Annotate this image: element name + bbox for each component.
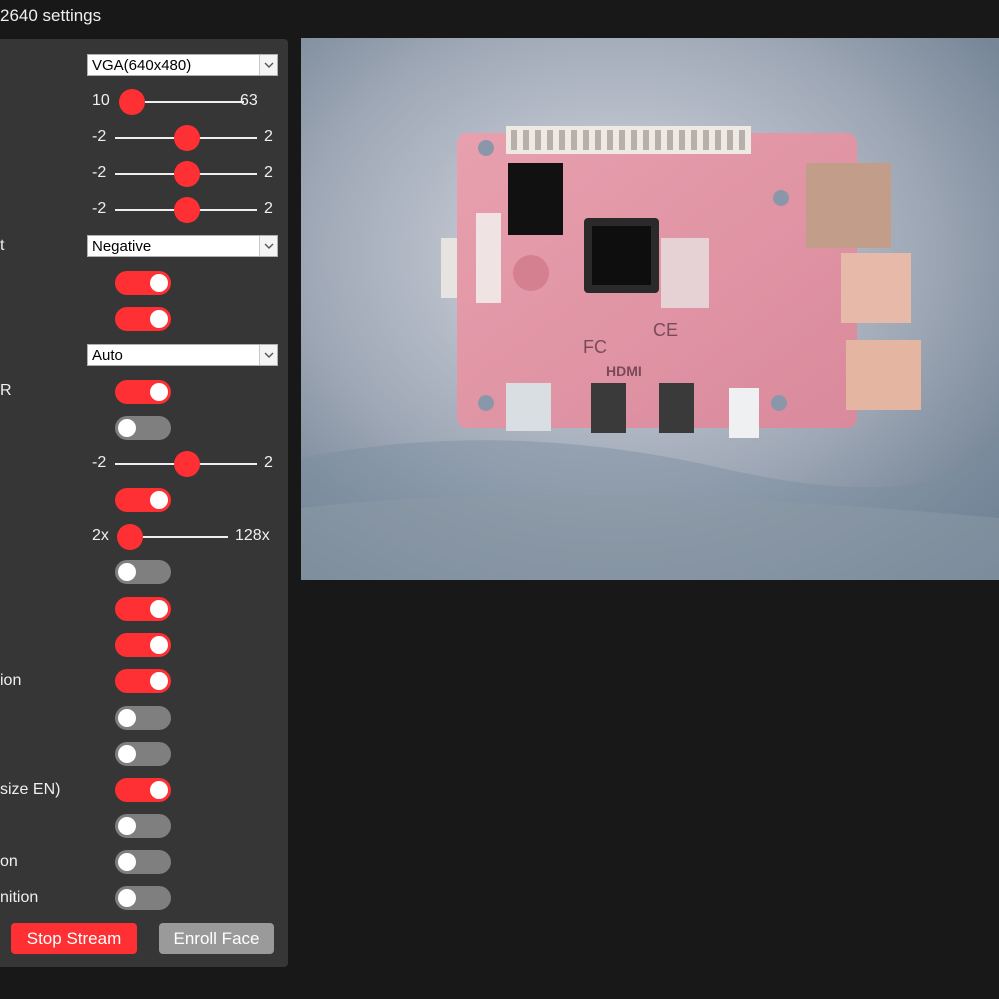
brightness-max-label: 2 (264, 128, 273, 145)
toggle-knob (150, 672, 168, 690)
resolution-select[interactable]: VGA(640x480) (87, 54, 278, 76)
saturation-slider[interactable]: -2 2 (92, 196, 277, 224)
face-recognition-label: nition (0, 889, 39, 906)
saturation-min-label: -2 (92, 200, 107, 217)
toggle-agc[interactable] (115, 488, 171, 512)
toggle-knob (118, 419, 136, 437)
special-effect-label: t (0, 237, 5, 254)
stream-image: HDMI FC CE (301, 38, 999, 580)
toggle-knob (150, 274, 168, 292)
gain-ceiling-max-label: 128x (235, 527, 270, 544)
special-effect-value: Negative (92, 238, 152, 255)
toggle-color-bar[interactable] (115, 814, 171, 838)
toggle-knob (118, 745, 136, 763)
toggle-knob (150, 600, 168, 618)
enroll-face-button[interactable]: Enroll Face (159, 923, 274, 954)
toggle-wpc[interactable] (115, 597, 171, 621)
board-fc-text: FC (583, 337, 607, 357)
ae-level-thumb[interactable] (174, 451, 200, 477)
toggle-knob (150, 781, 168, 799)
board-hdmi-text: HDMI (606, 363, 642, 379)
contrast-min-label: -2 (92, 164, 107, 181)
toggle-face-recognition[interactable] (115, 886, 171, 910)
wb-mode-select[interactable]: Auto (87, 344, 278, 366)
lens-correction-label: ion (0, 672, 22, 689)
quality-min-label: 10 (92, 92, 110, 109)
ae-level-slider[interactable]: -2 2 (92, 450, 277, 478)
toggle-aec[interactable] (115, 380, 171, 404)
brightness-thumb[interactable] (174, 125, 200, 151)
toggle-knob (150, 383, 168, 401)
toggle-knob (118, 853, 136, 871)
dcw-label: size EN) (0, 781, 61, 798)
settings-panel: VGA(640x480) 10 63 -2 2 -2 2 -2 2 t Nega… (0, 39, 288, 967)
toggle-aec-dsp[interactable] (115, 416, 171, 440)
toggle-awb-gain[interactable] (115, 307, 171, 331)
brightness-slider[interactable]: -2 2 (92, 124, 277, 152)
toggle-knob (150, 636, 168, 654)
gain-ceiling-track (130, 536, 228, 538)
toggle-knob (118, 817, 136, 835)
toggle-knob (118, 563, 136, 581)
toggle-knob (150, 310, 168, 328)
toggle-raw-gma[interactable] (115, 633, 171, 657)
quality-thumb[interactable] (119, 89, 145, 115)
saturation-thumb[interactable] (174, 197, 200, 223)
contrast-slider[interactable]: -2 2 (92, 160, 277, 188)
ae-level-max-label: 2 (264, 454, 273, 471)
chevron-down-icon (259, 55, 277, 75)
toggle-dcw[interactable] (115, 778, 171, 802)
toggle-bpc[interactable] (115, 560, 171, 584)
gain-ceiling-slider[interactable]: 2x 128x (92, 523, 277, 551)
camera-frame: HDMI FC CE (301, 38, 999, 580)
toggle-knob (118, 889, 136, 907)
toggle-knob (150, 491, 168, 509)
toggle-knob (118, 709, 136, 727)
aec-label: R (0, 382, 12, 399)
special-effect-select[interactable]: Negative (87, 235, 278, 257)
chevron-down-icon (259, 345, 277, 365)
brightness-min-label: -2 (92, 128, 107, 145)
face-detection-label: on (0, 853, 18, 870)
gain-ceiling-min-label: 2x (92, 527, 109, 544)
resolution-value: VGA(640x480) (92, 57, 192, 74)
toggle-face-detection[interactable] (115, 850, 171, 874)
page-title: 2640 settings (0, 6, 102, 25)
board-ce-text: CE (653, 320, 678, 340)
contrast-thumb[interactable] (174, 161, 200, 187)
contrast-max-label: 2 (264, 164, 273, 181)
wb-mode-value: Auto (92, 347, 123, 364)
stop-stream-button[interactable]: Stop Stream (11, 923, 137, 954)
saturation-max-label: 2 (264, 200, 273, 217)
toggle-lens-correction[interactable] (115, 669, 171, 693)
quality-max-label: 63 (240, 92, 258, 109)
toggle-v-flip[interactable] (115, 742, 171, 766)
toggle-awb[interactable] (115, 271, 171, 295)
ae-level-min-label: -2 (92, 454, 107, 471)
chevron-down-icon (259, 236, 277, 256)
quality-slider[interactable]: 10 63 (92, 88, 277, 116)
gain-ceiling-thumb[interactable] (117, 524, 143, 550)
toggle-h-mirror[interactable] (115, 706, 171, 730)
